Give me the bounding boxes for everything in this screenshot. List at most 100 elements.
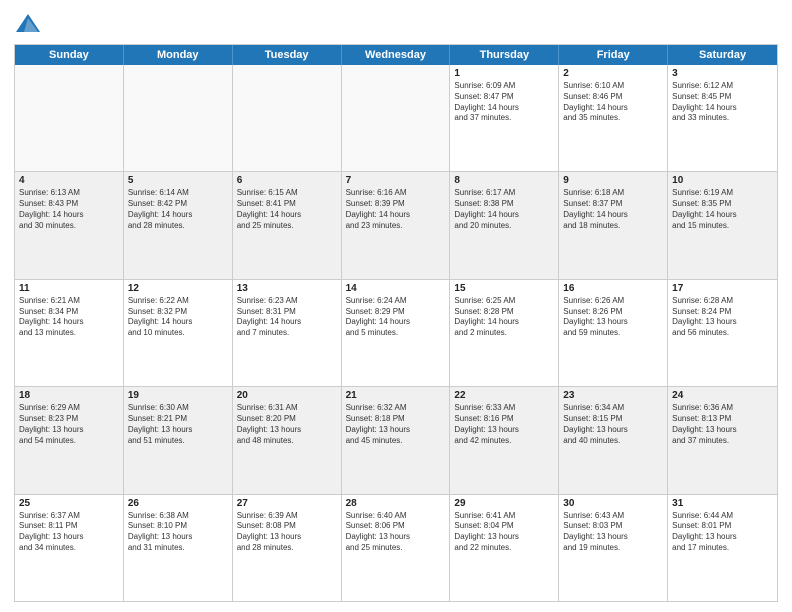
page: SundayMondayTuesdayWednesdayThursdayFrid… — [0, 0, 792, 612]
calendar-cell — [233, 65, 342, 171]
cell-info: Sunrise: 6:19 AM Sunset: 8:35 PM Dayligh… — [672, 188, 773, 231]
header-day-wednesday: Wednesday — [342, 45, 451, 65]
cell-info: Sunrise: 6:10 AM Sunset: 8:46 PM Dayligh… — [563, 81, 663, 124]
calendar-week-4: 18Sunrise: 6:29 AM Sunset: 8:23 PM Dayli… — [15, 387, 777, 494]
calendar-cell: 20Sunrise: 6:31 AM Sunset: 8:20 PM Dayli… — [233, 387, 342, 493]
calendar-cell: 24 Sunrise: 6:36 AM Sunset: 8:13 PM Dayli… — [668, 387, 777, 493]
cell-info: Sunrise: 6:17 AM Sunset: 8:38 PM Dayligh… — [454, 188, 554, 231]
calendar-cell: 26 Sunrise: 6:38 AM Sunset: 8:10 PM Dayli… — [124, 495, 233, 601]
header-day-sunday: Sunday — [15, 45, 124, 65]
day-number: 2 — [563, 68, 663, 79]
day-number: 9 — [563, 175, 663, 186]
day-number: 25 — [19, 498, 119, 509]
calendar-cell: 17Sunrise: 6:28 AM Sunset: 8:24 PM Dayli… — [668, 280, 777, 386]
day-number: 31 — [672, 498, 773, 509]
day-number: 23 — [563, 390, 663, 401]
cell-info: Sunrise: 6:15 AM Sunset: 8:41 PM Dayligh… — [237, 188, 337, 231]
cell-info: Sunrise: 6:43 AM Sunset: 8:03 PM Dayligh… — [563, 511, 663, 554]
calendar-cell: 21 Sunrise: 6:32 AM Sunset: 8:18 PM Dayli… — [342, 387, 451, 493]
calendar-cell: 12 Sunrise: 6:22 AM Sunset: 8:32 PM Dayli… — [124, 280, 233, 386]
logo — [14, 10, 46, 38]
calendar-week-5: 25Sunrise: 6:37 AM Sunset: 8:11 PM Dayli… — [15, 495, 777, 601]
cell-info: Sunrise: 6:24 AM Sunset: 8:29 PM Dayligh… — [346, 296, 446, 339]
calendar-cell: 14 Sunrise: 6:24 AM Sunset: 8:29 PM Dayli… — [342, 280, 451, 386]
day-number: 13 — [237, 283, 337, 294]
calendar-cell: 23 Sunrise: 6:34 AM Sunset: 8:15 PM Dayli… — [559, 387, 668, 493]
header-day-monday: Monday — [124, 45, 233, 65]
cell-info: Sunrise: 6:41 AM Sunset: 8:04 PM Dayligh… — [454, 511, 554, 554]
calendar-cell: 16 Sunrise: 6:26 AM Sunset: 8:26 PM Dayli… — [559, 280, 668, 386]
cell-info: Sunrise: 6:18 AM Sunset: 8:37 PM Dayligh… — [563, 188, 663, 231]
calendar-week-2: 4 Sunrise: 6:13 AM Sunset: 8:43 PM Daylig… — [15, 172, 777, 279]
calendar-cell: 31 Sunrise: 6:44 AM Sunset: 8:01 PM Dayli… — [668, 495, 777, 601]
day-number: 22 — [454, 390, 554, 401]
calendar-cell: 5 Sunrise: 6:14 AM Sunset: 8:42 PM Daylig… — [124, 172, 233, 278]
day-number: 30 — [563, 498, 663, 509]
header-day-friday: Friday — [559, 45, 668, 65]
cell-info: Sunrise: 6:38 AM Sunset: 8:10 PM Dayligh… — [128, 511, 228, 554]
calendar-header: SundayMondayTuesdayWednesdayThursdayFrid… — [15, 45, 777, 65]
day-number: 14 — [346, 283, 446, 294]
day-number: 12 — [128, 283, 228, 294]
cell-info: Sunrise: 6:13 AM Sunset: 8:43 PM Dayligh… — [19, 188, 119, 231]
cell-info: Sunrise: 6:26 AM Sunset: 8:26 PM Dayligh… — [563, 296, 663, 339]
calendar-cell: 28 Sunrise: 6:40 AM Sunset: 8:06 PM Dayli… — [342, 495, 451, 601]
calendar-cell: 11 Sunrise: 6:21 AM Sunset: 8:34 PM Dayli… — [15, 280, 124, 386]
header-day-tuesday: Tuesday — [233, 45, 342, 65]
calendar-cell: 4 Sunrise: 6:13 AM Sunset: 8:43 PM Daylig… — [15, 172, 124, 278]
cell-info: Sunrise: 6:39 AM Sunset: 8:08 PM Dayligh… — [237, 511, 337, 554]
cell-info: Sunrise: 6:40 AM Sunset: 8:06 PM Dayligh… — [346, 511, 446, 554]
cell-info: Sunrise: 6:14 AM Sunset: 8:42 PM Dayligh… — [128, 188, 228, 231]
calendar-cell — [124, 65, 233, 171]
calendar-cell: 2 Sunrise: 6:10 AM Sunset: 8:46 PM Daylig… — [559, 65, 668, 171]
calendar-cell: 15 Sunrise: 6:25 AM Sunset: 8:28 PM Dayli… — [450, 280, 559, 386]
calendar-cell: 30 Sunrise: 6:43 AM Sunset: 8:03 PM Dayli… — [559, 495, 668, 601]
calendar: SundayMondayTuesdayWednesdayThursdayFrid… — [14, 44, 778, 602]
cell-info: Sunrise: 6:21 AM Sunset: 8:34 PM Dayligh… — [19, 296, 119, 339]
calendar-cell: 6 Sunrise: 6:15 AM Sunset: 8:41 PM Daylig… — [233, 172, 342, 278]
calendar-cell: 8Sunrise: 6:17 AM Sunset: 8:38 PM Daylig… — [450, 172, 559, 278]
cell-info: Sunrise: 6:44 AM Sunset: 8:01 PM Dayligh… — [672, 511, 773, 554]
day-number: 28 — [346, 498, 446, 509]
cell-info: Sunrise: 6:12 AM Sunset: 8:45 PM Dayligh… — [672, 81, 773, 124]
day-number: 15 — [454, 283, 554, 294]
day-number: 4 — [19, 175, 119, 186]
day-number: 19 — [128, 390, 228, 401]
day-number: 24 — [672, 390, 773, 401]
calendar-cell — [342, 65, 451, 171]
calendar-cell: 18Sunrise: 6:29 AM Sunset: 8:23 PM Dayli… — [15, 387, 124, 493]
logo-icon — [14, 10, 42, 38]
cell-info: Sunrise: 6:36 AM Sunset: 8:13 PM Dayligh… — [672, 403, 773, 446]
calendar-cell: 13 Sunrise: 6:23 AM Sunset: 8:31 PM Dayli… — [233, 280, 342, 386]
day-number: 16 — [563, 283, 663, 294]
calendar-cell: 19 Sunrise: 6:30 AM Sunset: 8:21 PM Dayli… — [124, 387, 233, 493]
cell-info: Sunrise: 6:16 AM Sunset: 8:39 PM Dayligh… — [346, 188, 446, 231]
cell-info: Sunrise: 6:33 AM Sunset: 8:16 PM Dayligh… — [454, 403, 554, 446]
day-number: 18 — [19, 390, 119, 401]
day-number: 27 — [237, 498, 337, 509]
calendar-body: 1Sunrise: 6:09 AM Sunset: 8:47 PM Daylig… — [15, 65, 777, 601]
day-number: 26 — [128, 498, 228, 509]
cell-info: Sunrise: 6:23 AM Sunset: 8:31 PM Dayligh… — [237, 296, 337, 339]
calendar-cell: 3 Sunrise: 6:12 AM Sunset: 8:45 PM Daylig… — [668, 65, 777, 171]
day-number: 3 — [672, 68, 773, 79]
day-number: 6 — [237, 175, 337, 186]
calendar-cell: 29Sunrise: 6:41 AM Sunset: 8:04 PM Dayli… — [450, 495, 559, 601]
day-number: 10 — [672, 175, 773, 186]
calendar-cell: 27 Sunrise: 6:39 AM Sunset: 8:08 PM Dayli… — [233, 495, 342, 601]
day-number: 7 — [346, 175, 446, 186]
calendar-cell: 22 Sunrise: 6:33 AM Sunset: 8:16 PM Dayli… — [450, 387, 559, 493]
cell-info: Sunrise: 6:30 AM Sunset: 8:21 PM Dayligh… — [128, 403, 228, 446]
header — [14, 10, 778, 38]
cell-info: Sunrise: 6:31 AM Sunset: 8:20 PM Dayligh… — [237, 403, 337, 446]
cell-info: Sunrise: 6:22 AM Sunset: 8:32 PM Dayligh… — [128, 296, 228, 339]
day-number: 11 — [19, 283, 119, 294]
cell-info: Sunrise: 6:25 AM Sunset: 8:28 PM Dayligh… — [454, 296, 554, 339]
calendar-cell: 9 Sunrise: 6:18 AM Sunset: 8:37 PM Daylig… — [559, 172, 668, 278]
cell-info: Sunrise: 6:28 AM Sunset: 8:24 PM Dayligh… — [672, 296, 773, 339]
calendar-cell: 7 Sunrise: 6:16 AM Sunset: 8:39 PM Daylig… — [342, 172, 451, 278]
day-number: 5 — [128, 175, 228, 186]
cell-info: Sunrise: 6:34 AM Sunset: 8:15 PM Dayligh… — [563, 403, 663, 446]
cell-info: Sunrise: 6:32 AM Sunset: 8:18 PM Dayligh… — [346, 403, 446, 446]
day-number: 21 — [346, 390, 446, 401]
